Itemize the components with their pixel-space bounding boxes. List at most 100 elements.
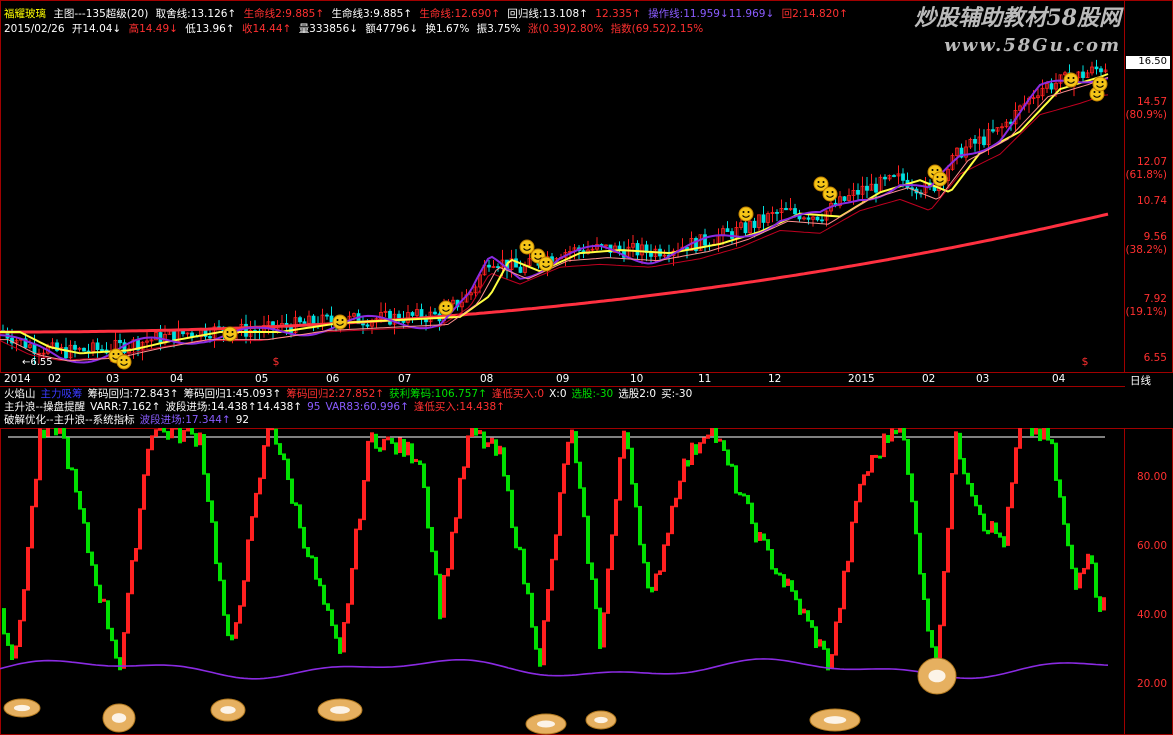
candle-body: [901, 173, 905, 181]
candle-body: [401, 320, 406, 323]
candle-body: [496, 266, 500, 268]
candle-body: [815, 216, 820, 221]
smiley-eye: [936, 176, 939, 178]
dollar-marker-icon: $: [273, 355, 280, 368]
stock-name[interactable]: 福耀玻璃: [4, 8, 46, 20]
smiley-face: [822, 186, 838, 202]
price-chart[interactable]: $ $: [0, 36, 1124, 373]
quote-open: 开14.04↓: [71, 23, 122, 35]
price-label-percent: (61.8%): [1125, 169, 1167, 181]
indicator-item: 选股2:0: [618, 388, 657, 400]
candle-body: [298, 317, 302, 323]
low-price-marker: ←6.55: [22, 357, 53, 368]
smiley-eye: [747, 211, 750, 213]
long-ma-line: [0, 212, 1109, 334]
price-label: 7.92: [1143, 293, 1167, 305]
indicator-item: 选股:-30: [571, 388, 614, 400]
indicator-item: 主升浪--操盘提醒: [4, 401, 86, 413]
smiley-face: [538, 256, 554, 272]
indicator-item: 波段进场:17.344↑: [139, 414, 231, 426]
smiley-face: [222, 326, 238, 342]
candle-body: [487, 264, 491, 268]
indicator-value: 取舍线:13.126↑: [155, 8, 237, 20]
price-label-percent: (19.1%): [1125, 306, 1167, 318]
quote-close: 收14.44↑: [241, 23, 292, 35]
candle-body: [842, 196, 847, 201]
indicator-value: 生命线2:9.885↑: [243, 8, 325, 20]
candle-body: [100, 349, 104, 351]
quote-date: 2015/02/26: [4, 23, 65, 35]
candle-body: [856, 189, 860, 195]
smiley-eye: [534, 253, 537, 255]
smiley-eye: [336, 319, 339, 321]
time-label: 06: [326, 373, 340, 385]
indicator-item: 逢低买入:14.438↑: [413, 401, 505, 413]
candle-body: [865, 185, 869, 191]
candle-body: [361, 323, 365, 326]
smiley-eye: [1072, 77, 1075, 79]
chart-label[interactable]: 主图---135超级(20): [53, 8, 148, 20]
smiley-eye: [817, 181, 820, 183]
quote-low: 低13.96↑: [185, 23, 235, 35]
signal-ellipse-highlight: [537, 720, 555, 728]
purple-ma-line: [0, 77, 1109, 364]
smiley-eye: [112, 353, 115, 355]
smiley-eye: [547, 261, 550, 263]
indicator-value: 12.335↑: [595, 8, 641, 20]
signal-ellipse-highlight: [220, 706, 236, 714]
smiley-eye: [542, 261, 545, 263]
time-label: 2015: [848, 373, 875, 385]
candle-body: [73, 344, 77, 350]
time-label: 2014: [4, 373, 31, 385]
candle-body: [244, 323, 248, 337]
smiley-eye: [826, 191, 829, 193]
indicator-row-3: 破解优化--主升浪--系统指标 波段进场:17.344↑ 92: [4, 414, 254, 427]
smiley-icon: [822, 186, 838, 202]
candle-body: [118, 339, 122, 344]
quote-amount: 额47796↓: [365, 23, 419, 35]
oscillator-label: 40.00: [1136, 609, 1167, 621]
smiley-face: [932, 171, 948, 187]
smiley-eye: [523, 244, 526, 246]
smiley-eye: [1093, 91, 1096, 93]
smiley-eye: [1067, 77, 1070, 79]
candle-body: [793, 208, 797, 215]
candle-body: [302, 321, 307, 324]
smiley-face: [738, 206, 754, 222]
signal-ellipse-highlight: [594, 716, 608, 724]
candle-body: [892, 175, 896, 177]
candle-body: [518, 266, 523, 273]
candle-body: [1081, 71, 1085, 78]
smiley-eye: [120, 359, 123, 361]
time-label: 08: [480, 373, 494, 385]
candle-body: [208, 336, 212, 339]
oscillator-chart[interactable]: [0, 428, 1124, 735]
indicator-value: 回2:14.820↑: [781, 8, 848, 20]
indicator-item: 筹码回归:72.843↑: [87, 388, 179, 400]
smiley-eye: [831, 191, 834, 193]
regression-line: [0, 94, 1109, 361]
smiley-face: [332, 314, 348, 330]
period-button[interactable]: 日线: [1130, 373, 1151, 388]
indicator-item: 买:-30: [661, 388, 693, 400]
price-label: 9.56: [1143, 231, 1167, 243]
indicator-item: 筹码回归1:45.093↑: [183, 388, 282, 400]
price-label-percent: (38.2%): [1125, 244, 1167, 256]
smiley-icon: [332, 314, 348, 330]
smiley-icon: [1063, 72, 1079, 88]
smiley-eye: [941, 176, 944, 178]
candle-body: [725, 228, 730, 232]
candle-body: [743, 222, 748, 234]
candle-body: [703, 234, 707, 246]
indicator-item: VAR83:60.996↑: [325, 401, 409, 413]
smiley-eye: [539, 253, 542, 255]
indicator-item: 92: [235, 414, 250, 426]
indicator-value: 生命线3:9.885↑: [331, 8, 413, 20]
quote-change: 涨(0.39)2.80%: [527, 23, 604, 35]
time-label: 05: [255, 373, 269, 385]
header-row-2: 2015/02/26 开14.04↓ 高14.49↓ 低13.96↑ 收14.4…: [4, 23, 703, 36]
indicator-item: 95: [307, 401, 321, 413]
time-label: 04: [170, 373, 184, 385]
smiley-eye: [1096, 81, 1099, 83]
smiley-icon: [222, 326, 238, 342]
